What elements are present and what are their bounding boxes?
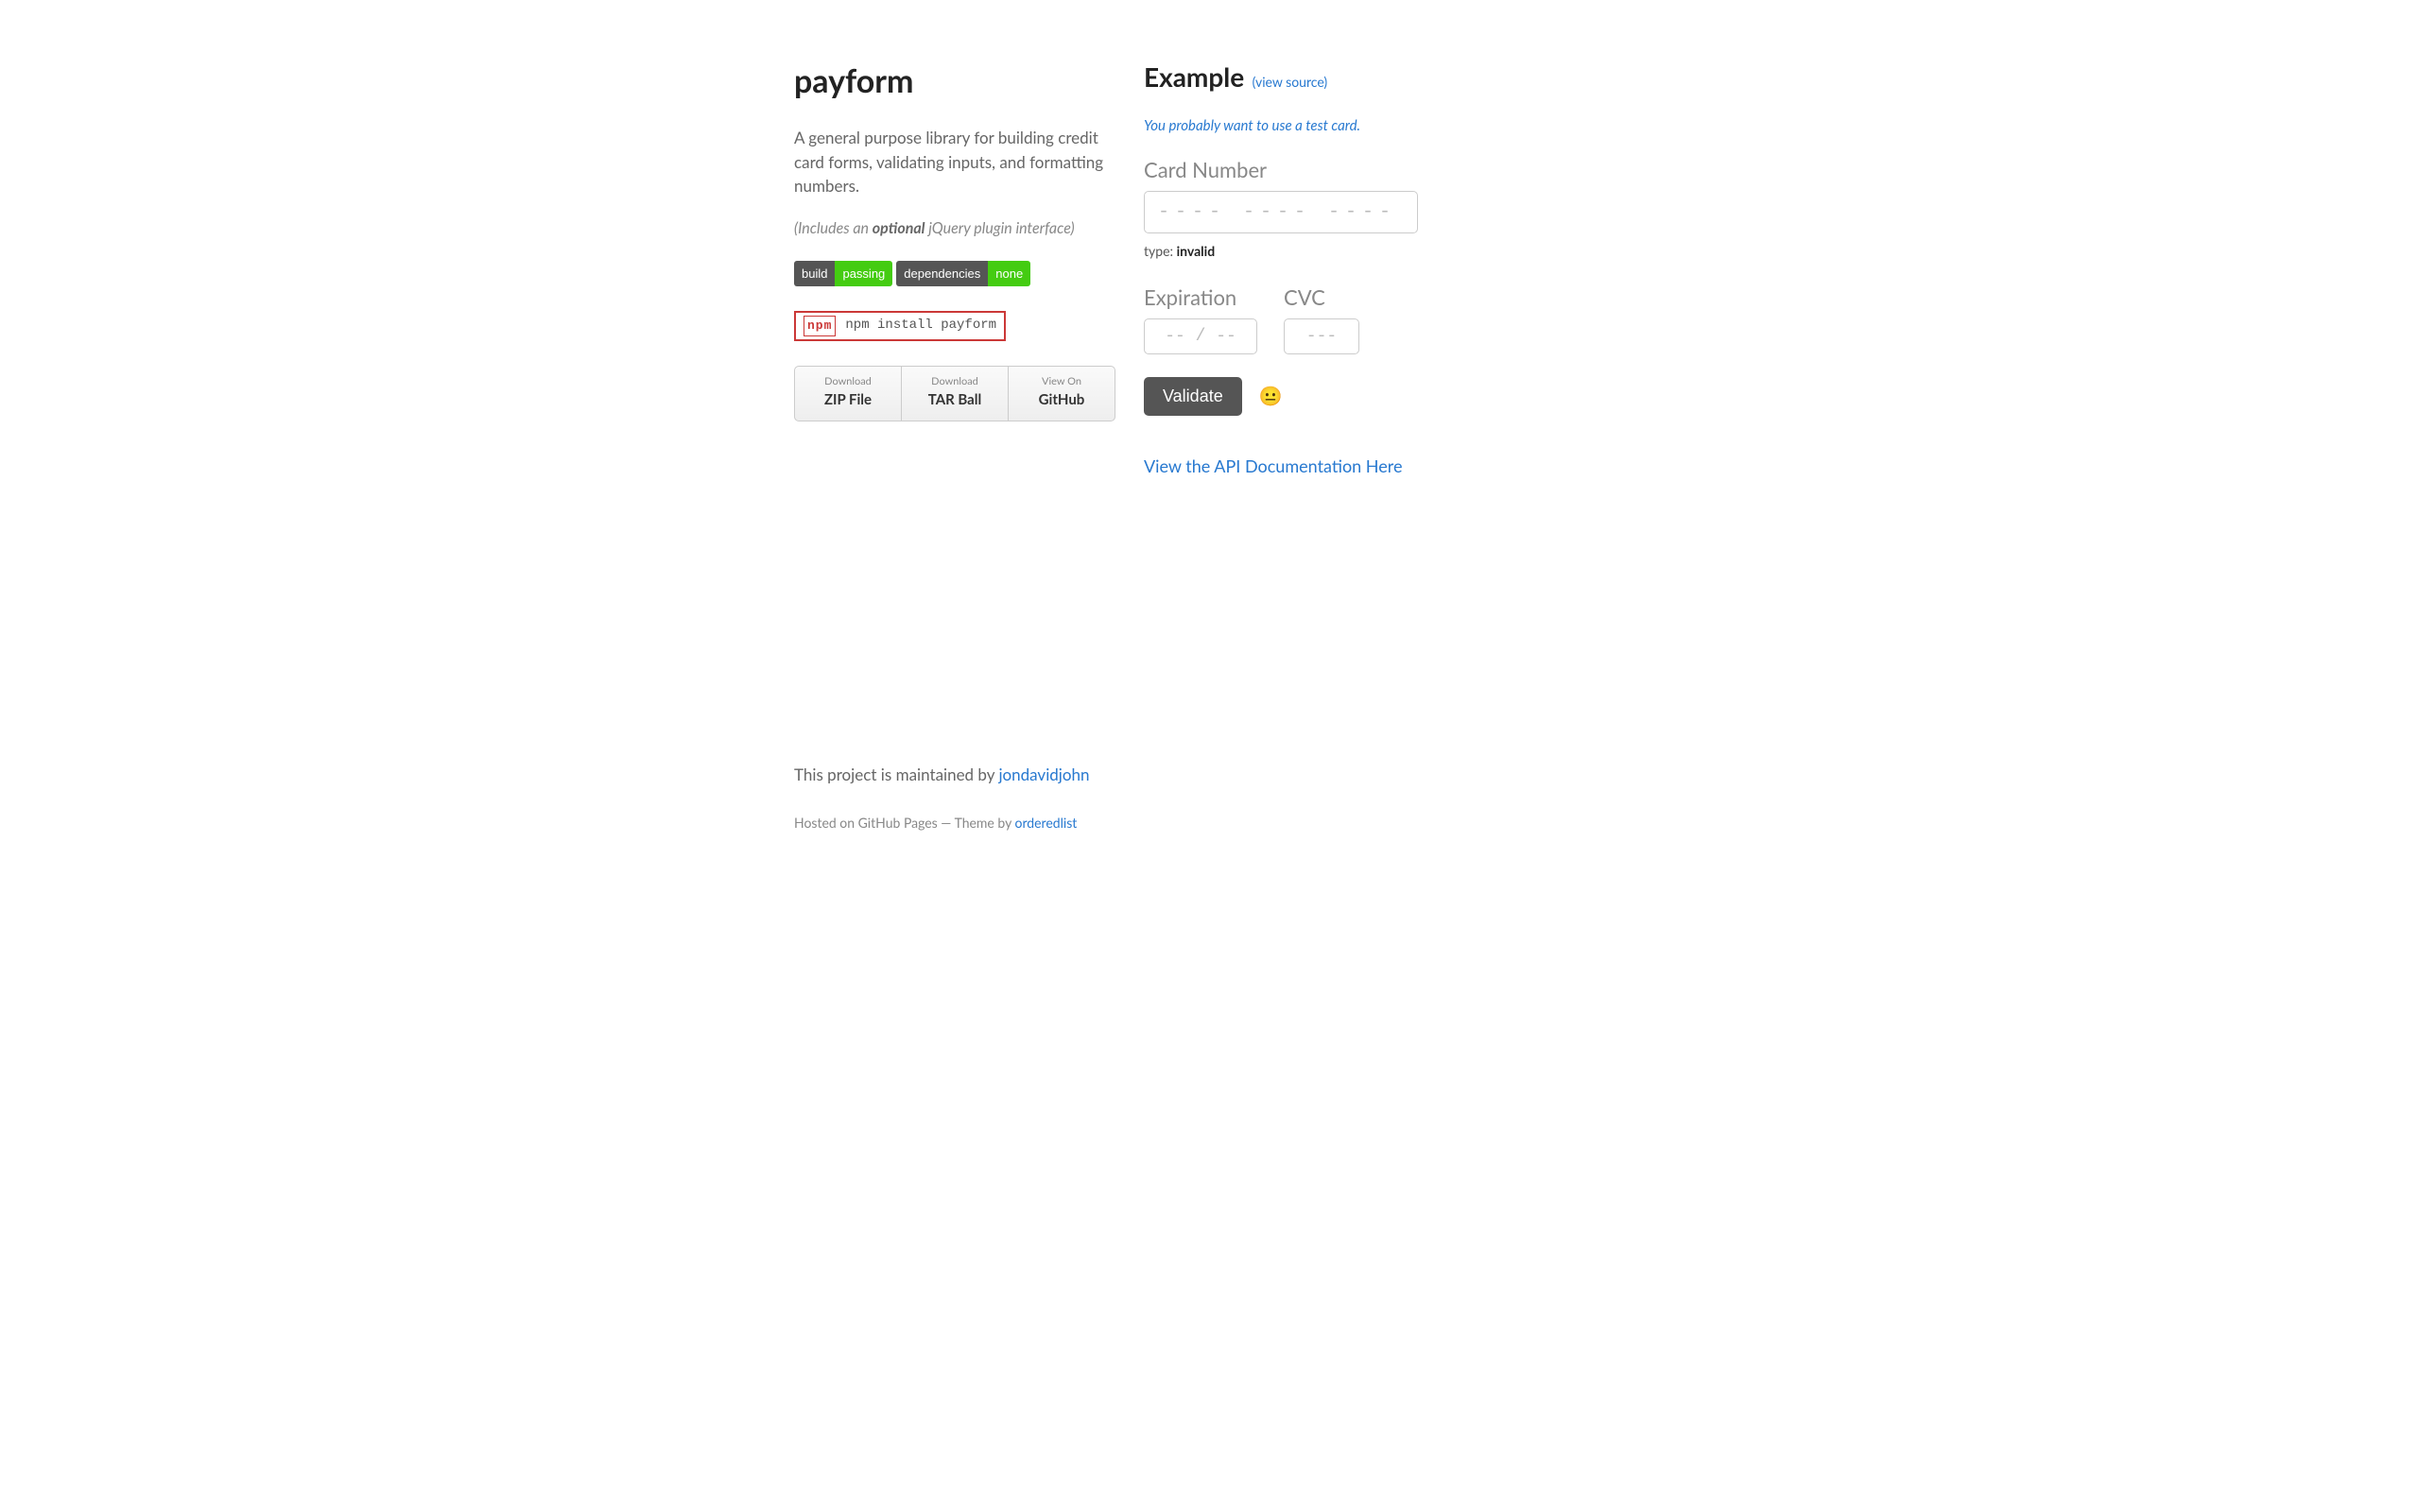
card-number-input[interactable] [1144,191,1418,233]
npm-logo-icon: npm [804,316,836,336]
badge-value: passing [835,261,892,287]
npm-command-text: npm install payform [845,316,996,335]
card-type-row: type: invalid [1144,241,1626,261]
card-number-label: Card Number [1144,154,1626,185]
view-source-link[interactable]: (view source) [1253,74,1328,90]
download-zip-button[interactable]: Download ZIP File [795,367,902,421]
badge-row: build passing dependencies none [794,261,1115,287]
download-top-label: Download [902,374,1008,390]
subnote-prefix: (Includes an [794,219,873,237]
theme-link[interactable]: orderedlist [1015,815,1078,831]
type-label: type: [1144,243,1177,259]
badge-value: none [988,261,1030,287]
hosted-prefix: Hosted on GitHub Pages — Theme by [794,815,1015,831]
expiration-input[interactable] [1144,318,1257,354]
maintainer-link[interactable]: jondavidjohn [998,765,1089,784]
subnote-suffix: jQuery plugin interface) [925,219,1075,237]
type-value: invalid [1177,243,1216,259]
dependencies-badge[interactable]: dependencies none [896,261,1030,287]
maintained-by-text: This project is maintained by jondavidjo… [794,763,1626,787]
download-tar-button[interactable]: Download TAR Ball [902,367,1009,421]
maintained-prefix: This project is maintained by [794,765,998,784]
download-top-label: Download [795,374,901,390]
page-title: payform [794,57,1115,105]
subnote-strong: optional [873,219,925,237]
validate-button[interactable]: Validate [1144,377,1242,416]
build-badge[interactable]: build passing [794,261,892,287]
cvc-label: CVC [1284,282,1359,313]
npm-install-badge[interactable]: npm npm install payform [794,311,1006,341]
view-github-button[interactable]: View On GitHub [1009,367,1115,421]
download-bottom-label: GitHub [1009,389,1115,411]
badge-label: build [794,261,835,287]
description-text: A general purpose library for building c… [794,126,1115,198]
cvc-input[interactable] [1284,318,1359,354]
download-bottom-label: ZIP File [795,389,901,411]
hosted-text: Hosted on GitHub Pages — Theme by ordere… [794,813,1626,833]
download-button-group: Download ZIP File Download TAR Ball View… [794,366,1115,421]
example-heading: Example [1144,60,1244,93]
badge-label: dependencies [896,261,988,287]
download-top-label: View On [1009,374,1115,390]
api-documentation-link[interactable]: View the API Documentation Here [1144,454,1626,479]
expiration-label: Expiration [1144,282,1257,313]
status-emoji-icon: 😐 [1259,382,1283,410]
subnote: (Includes an optional jQuery plugin inte… [794,217,1115,240]
test-card-tip-link[interactable]: You probably want to use a test card. [1144,115,1626,137]
download-bottom-label: TAR Ball [902,389,1008,411]
